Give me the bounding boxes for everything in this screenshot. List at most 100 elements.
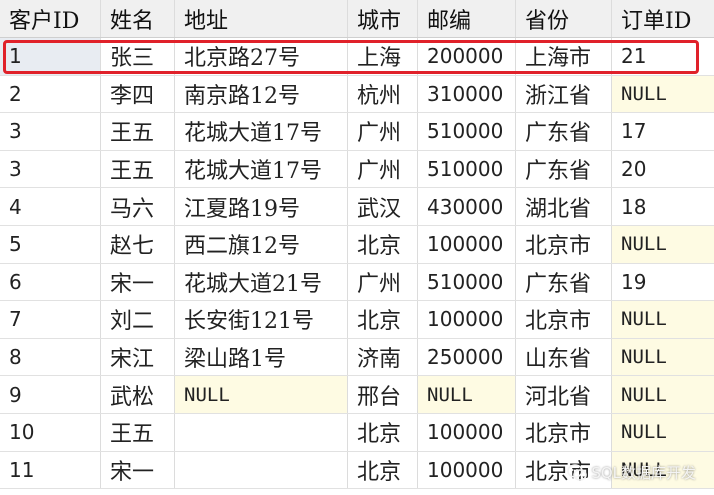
cell-customer-id[interactable]: 5: [0, 225, 101, 263]
table-row[interactable]: 1 张三 北京路27号 上海 200000 上海市 21: [0, 38, 714, 76]
cell-city[interactable]: 济南: [348, 338, 418, 376]
cell-order-id[interactable]: NULL: [612, 338, 714, 376]
cell-address[interactable]: 花城大道17号: [175, 113, 348, 150]
cell-province[interactable]: 上海市: [516, 38, 612, 75]
cell-customer-id[interactable]: 8: [0, 338, 101, 376]
cell-city[interactable]: 北京: [348, 225, 418, 263]
cell-address[interactable]: 长安街121号: [175, 301, 348, 338]
cell-customer-id[interactable]: 11: [0, 451, 101, 489]
cell-address[interactable]: [175, 413, 348, 451]
cell-name[interactable]: 宋江: [101, 338, 175, 376]
cell-city[interactable]: 北京: [348, 451, 418, 489]
table-row[interactable]: 5 赵七 西二旗12号 北京 100000 北京市 NULL: [0, 225, 714, 264]
cell-city[interactable]: 北京: [348, 413, 418, 451]
cell-address[interactable]: 花城大道17号: [175, 150, 348, 188]
cell-postcode[interactable]: 510000: [418, 150, 516, 188]
cell-postcode[interactable]: 250000: [418, 338, 516, 376]
cell-customer-id[interactable]: 10: [0, 413, 101, 451]
cell-address[interactable]: 西二旗12号: [175, 225, 348, 263]
cell-order-id[interactable]: 19: [612, 264, 714, 301]
table-row[interactable]: 9 武松 NULL 邢台 NULL 河北省 NULL: [0, 376, 714, 414]
cell-customer-id[interactable]: 2: [0, 75, 101, 113]
cell-city[interactable]: 北京: [348, 301, 418, 338]
cell-address[interactable]: NULL: [175, 376, 348, 413]
column-header-order-id[interactable]: 订单ID: [612, 0, 714, 37]
table-row[interactable]: 7 刘二 长安街121号 北京 100000 北京市 NULL: [0, 301, 714, 339]
cell-customer-id[interactable]: 1: [0, 38, 101, 75]
cell-order-id[interactable]: NULL: [612, 75, 714, 113]
cell-province[interactable]: 北京市: [516, 225, 612, 263]
cell-name[interactable]: 宋一: [101, 451, 175, 489]
cell-province[interactable]: 广东省: [516, 263, 612, 301]
cell-name[interactable]: 马六: [101, 188, 175, 225]
table-row[interactable]: 10 王五 北京 100000 北京市 NULL: [0, 413, 714, 452]
column-header-name[interactable]: 姓名: [101, 0, 175, 37]
cell-city[interactable]: 武汉: [348, 188, 418, 225]
cell-customer-id[interactable]: 3: [0, 150, 101, 188]
cell-city[interactable]: 广州: [348, 113, 418, 150]
column-header-postcode[interactable]: 邮编: [418, 0, 516, 37]
cell-address[interactable]: [175, 451, 348, 489]
cell-name[interactable]: 刘二: [101, 301, 175, 338]
cell-postcode[interactable]: NULL: [418, 376, 516, 413]
table-row[interactable]: 6 宋一 花城大道21号 广州 510000 广东省 19: [0, 263, 714, 302]
table-row[interactable]: 3 王五 花城大道17号 广州 510000 广东省 17: [0, 113, 714, 151]
cell-address[interactable]: 梁山路1号: [175, 338, 348, 376]
cell-address[interactable]: 江夏路19号: [175, 188, 348, 225]
cell-customer-id[interactable]: 4: [0, 188, 101, 225]
cell-province[interactable]: 河北省: [516, 376, 612, 413]
cell-postcode[interactable]: 510000: [418, 113, 516, 150]
cell-postcode[interactable]: 100000: [418, 413, 516, 451]
cell-postcode[interactable]: 430000: [418, 188, 516, 225]
cell-name[interactable]: 张三: [101, 38, 175, 75]
cell-customer-id[interactable]: 3: [0, 113, 101, 150]
cell-name[interactable]: 李四: [101, 75, 175, 113]
cell-order-id[interactable]: 21: [612, 38, 714, 75]
cell-order-id[interactable]: 17: [612, 113, 714, 150]
cell-province[interactable]: 广东省: [516, 113, 612, 150]
cell-province[interactable]: 北京市: [516, 301, 612, 338]
cell-name[interactable]: 赵七: [101, 225, 175, 263]
cell-province[interactable]: 北京市: [516, 413, 612, 451]
cell-postcode[interactable]: 200000: [418, 38, 516, 75]
cell-order-id[interactable]: NULL: [612, 225, 714, 263]
cell-city[interactable]: 邢台: [348, 376, 418, 413]
cell-city[interactable]: 广州: [348, 263, 418, 301]
column-header-province[interactable]: 省份: [516, 0, 612, 37]
cell-postcode[interactable]: 100000: [418, 301, 516, 338]
cell-customer-id[interactable]: 9: [0, 376, 101, 413]
cell-postcode[interactable]: 100000: [418, 225, 516, 263]
cell-name[interactable]: 王五: [101, 150, 175, 188]
cell-address[interactable]: 北京路27号: [175, 38, 348, 75]
cell-postcode[interactable]: 310000: [418, 75, 516, 113]
cell-name[interactable]: 武松: [101, 376, 175, 413]
cell-address[interactable]: 花城大道21号: [175, 263, 348, 301]
table-row[interactable]: 2 李四 南京路12号 杭州 310000 浙江省 NULL: [0, 75, 714, 114]
cell-order-id[interactable]: 18: [612, 188, 714, 225]
cell-name[interactable]: 宋一: [101, 263, 175, 301]
cell-name[interactable]: 王五: [101, 113, 175, 150]
cell-postcode[interactable]: 510000: [418, 263, 516, 301]
column-header-address[interactable]: 地址: [175, 0, 348, 37]
table-row[interactable]: 8 宋江 梁山路1号 济南 250000 山东省 NULL: [0, 338, 714, 377]
cell-order-id[interactable]: NULL: [612, 376, 714, 413]
cell-province[interactable]: 浙江省: [516, 75, 612, 113]
table-row[interactable]: 3 王五 花城大道17号 广州 510000 广东省 20: [0, 150, 714, 189]
cell-province[interactable]: 广东省: [516, 150, 612, 188]
cell-customer-id[interactable]: 6: [0, 263, 101, 301]
cell-province[interactable]: 湖北省: [516, 188, 612, 225]
table-row[interactable]: 4 马六 江夏路19号 武汉 430000 湖北省 18: [0, 188, 714, 226]
cell-order-id[interactable]: NULL: [612, 413, 714, 451]
cell-postcode[interactable]: 100000: [418, 451, 516, 489]
cell-name[interactable]: 王五: [101, 413, 175, 451]
cell-address[interactable]: 南京路12号: [175, 75, 348, 113]
column-header-city[interactable]: 城市: [348, 0, 418, 37]
cell-order-id[interactable]: NULL: [612, 301, 714, 338]
cell-province[interactable]: 山东省: [516, 338, 612, 376]
cell-city[interactable]: 上海: [348, 38, 418, 75]
column-header-customer-id[interactable]: 客户ID: [0, 0, 101, 37]
cell-order-id[interactable]: 20: [612, 151, 714, 188]
cell-city[interactable]: 广州: [348, 150, 418, 188]
cell-customer-id[interactable]: 7: [0, 301, 101, 338]
cell-city[interactable]: 杭州: [348, 75, 418, 113]
